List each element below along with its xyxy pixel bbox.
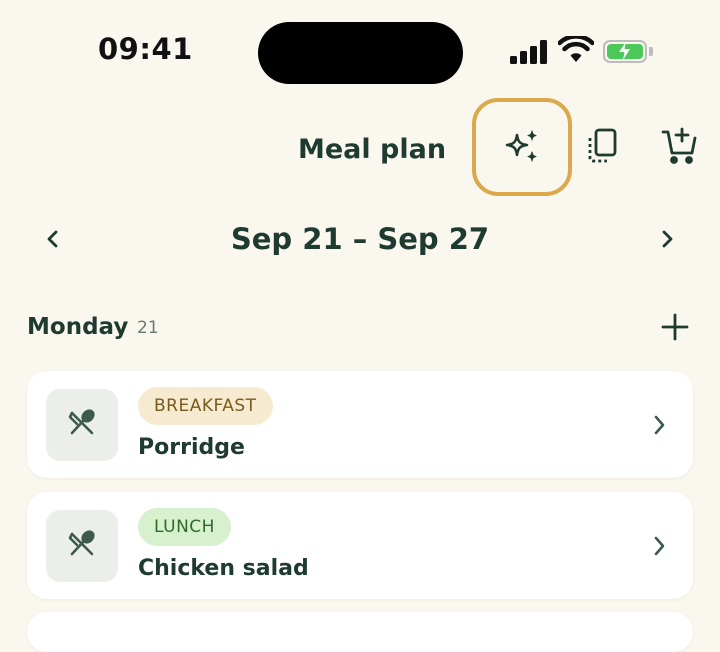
utensils-icon bbox=[65, 406, 99, 444]
dynamic-island bbox=[258, 22, 463, 84]
add-to-cart-icon bbox=[660, 126, 700, 170]
sparkles-icon bbox=[502, 127, 542, 167]
chevron-right-icon bbox=[647, 532, 671, 560]
add-to-cart-button[interactable] bbox=[658, 126, 702, 170]
meal-type-badge: LUNCH bbox=[138, 508, 231, 546]
day-name: Monday bbox=[27, 314, 129, 340]
add-meal-button[interactable] bbox=[658, 310, 692, 344]
utensils-icon bbox=[65, 527, 99, 565]
meal-thumbnail bbox=[46, 389, 118, 461]
meal-thumbnail bbox=[46, 510, 118, 582]
meal-card-lunch[interactable]: LUNCH Chicken salad bbox=[27, 492, 693, 599]
copy-week-button[interactable] bbox=[582, 126, 622, 170]
chevron-right-icon bbox=[652, 230, 682, 258]
chevron-right-icon bbox=[647, 411, 671, 439]
week-range: Sep 21 – Sep 27 bbox=[230, 222, 490, 256]
day-date: 21 bbox=[137, 318, 159, 338]
cellular-signal-icon bbox=[510, 40, 548, 64]
meal-name: Chicken salad bbox=[138, 556, 309, 581]
meal-card-partial[interactable] bbox=[27, 612, 693, 652]
page-title: Meal plan bbox=[298, 134, 447, 165]
next-week-button[interactable] bbox=[652, 224, 682, 254]
copy-icon bbox=[585, 127, 619, 169]
battery-cap bbox=[649, 47, 653, 56]
battery-icon bbox=[603, 40, 647, 63]
plus-icon bbox=[658, 313, 692, 348]
meal-name: Porridge bbox=[138, 435, 245, 460]
meal-card-breakfast[interactable]: BREAKFAST Porridge bbox=[27, 371, 693, 478]
ai-suggest-button[interactable] bbox=[472, 98, 572, 196]
meal-type-badge: BREAKFAST bbox=[138, 387, 273, 425]
wifi-icon bbox=[557, 34, 595, 68]
status-time: 09:41 bbox=[98, 32, 193, 66]
